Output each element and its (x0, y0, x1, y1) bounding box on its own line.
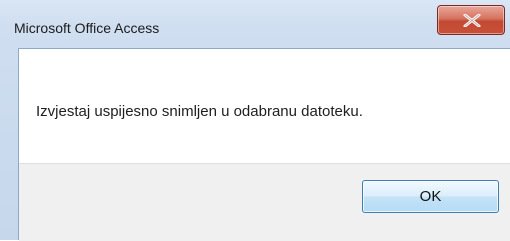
ok-button[interactable]: OK (362, 180, 499, 213)
title-bar[interactable]: Microsoft Office Access (0, 0, 510, 48)
dialog-message: Izvjestaj uspijesno snimljen u odabranu … (36, 103, 363, 120)
close-button[interactable] (437, 5, 505, 35)
dialog-window: Microsoft Office Access Izvjestaj uspije… (0, 0, 510, 241)
window-title: Microsoft Office Access (14, 20, 160, 36)
close-icon (463, 14, 481, 27)
